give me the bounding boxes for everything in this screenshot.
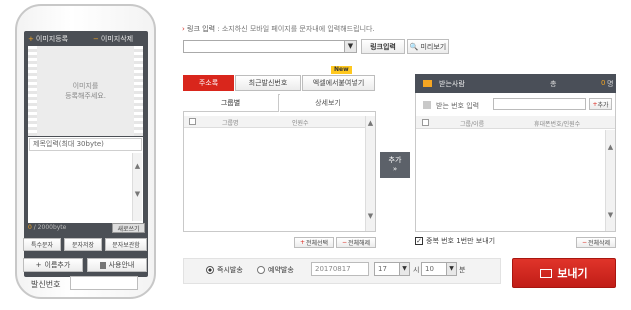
checkmark-icon: ✓ (415, 237, 423, 245)
hour-unit: 시 (413, 266, 420, 274)
address-table-header: 그룹명 인원수 (184, 116, 375, 128)
select-all-button[interactable]: + 전체선택 (294, 237, 334, 248)
image-drop-area[interactable]: 이미지를 등록해주세요. (28, 46, 143, 136)
deselect-all-button[interactable]: − 전체해제 (336, 237, 376, 248)
remove-icon: − (93, 35, 99, 43)
guide-button[interactable]: 사용안내 (87, 258, 147, 272)
delete-all-button[interactable]: − 전체삭제 (576, 237, 616, 248)
film-strip-left (28, 46, 37, 136)
scroll-down-icon[interactable]: ▼ (133, 189, 142, 199)
minute-select[interactable]: 10 ▼ (421, 262, 457, 276)
sender-number-label: 발신번호 (31, 280, 61, 289)
subtab-detail[interactable]: 상세보기 (280, 94, 376, 112)
sender-number-input[interactable] (70, 276, 138, 290)
title-input[interactable]: 제목입력(최대 30byte) (29, 138, 142, 151)
number-input[interactable] (493, 98, 586, 110)
tab-recent-sender[interactable]: 최근발신번호 (235, 75, 301, 91)
message-area: 제목입력(최대 30byte) ▲ ▼ (28, 137, 143, 223)
double-chevron-right-icon: » (392, 165, 398, 173)
plus-icon: + (299, 239, 305, 246)
phone-icon (423, 101, 431, 109)
col-group-name: 그룹/이름 (460, 121, 485, 128)
date-field[interactable]: 20170817 (311, 262, 369, 276)
add-icon: + (28, 35, 34, 43)
col-group-name: 그룹명 (222, 120, 239, 127)
save-message-button[interactable]: 문자저장 (64, 238, 102, 251)
image-register-tab[interactable]: + 이미지등록 (28, 34, 78, 44)
add-name-button[interactable]: + 이름추가 (23, 258, 83, 272)
count-unit: 명 (607, 80, 614, 88)
scroll-down-icon[interactable]: ▼ (366, 211, 375, 221)
message-box-button[interactable]: 문자보관함 (105, 238, 147, 251)
dedupe-option[interactable]: ✓ 중복 번호 1번만 보내기 (415, 236, 495, 246)
scroll-up-icon[interactable]: ▲ (366, 118, 375, 128)
add-number-button[interactable]: + 추가 (589, 98, 612, 110)
special-chars-button[interactable]: 특수문자 (23, 238, 61, 251)
count-label: 총 (550, 80, 557, 88)
book-icon (99, 261, 106, 269)
recipients-title: 받는사람 (439, 80, 465, 88)
envelope-icon (540, 268, 553, 278)
chevron-down-icon[interactable]: ▼ (446, 263, 456, 275)
new-badge: New (331, 66, 352, 74)
image-placeholder: 이미지를 등록해주세요. (37, 46, 134, 136)
reserve-send-radio[interactable]: 예약발송 (257, 265, 294, 275)
chevron-right-icon: › (182, 25, 185, 33)
col-count: 인원수 (292, 120, 309, 127)
chevron-down-icon[interactable]: ▼ (344, 41, 356, 52)
address-panel (183, 94, 376, 232)
col-phone: 휴대폰번호/인원수 (534, 121, 581, 128)
minus-icon: − (341, 239, 347, 246)
search-icon: 🔍 (409, 42, 419, 51)
envelope-icon (423, 80, 432, 87)
scroll-up-icon[interactable]: ▲ (133, 161, 142, 171)
subtab-group[interactable]: 그룹별 (183, 94, 279, 112)
recipients-header: 받는사람 총 0 명 (415, 74, 616, 93)
film-strip-right (134, 46, 143, 136)
message-scrollbar[interactable]: ▲ ▼ (132, 153, 142, 221)
message-textarea[interactable] (29, 153, 132, 221)
rewrite-button[interactable]: 새로쓰기 (112, 223, 145, 233)
recipients-table-header: 그룹/이름 휴대폰번호/인원수 (416, 116, 615, 129)
hour-select[interactable]: 17 ▼ (374, 262, 410, 276)
byte-used: 0 (28, 224, 32, 231)
radio-selected-icon (206, 266, 214, 274)
send-button[interactable]: 보내기 (512, 258, 616, 288)
recipients-scrollbar[interactable]: ▲ ▼ (605, 130, 615, 231)
byte-counter: 0 / 2000byte (28, 224, 67, 231)
add-to-recipients-button[interactable]: 추가 » (380, 152, 410, 178)
link-input-button[interactable]: 링크입력 (361, 39, 405, 54)
radio-icon (257, 266, 265, 274)
link-description: › 링크 입력 : 소지하신 모바일 페이지를 문자내에 입력해드립니다. (182, 25, 375, 33)
recipient-count: 0 (601, 79, 606, 87)
preview-button[interactable]: 🔍 미리보기 (407, 39, 449, 54)
checkbox-all[interactable] (422, 119, 429, 126)
address-scrollbar[interactable]: ▲ ▼ (365, 116, 375, 231)
immediate-send-radio[interactable]: 즉시발송 (206, 265, 243, 275)
tab-address-book[interactable]: 주소록 (183, 75, 234, 91)
checkbox-all[interactable] (189, 118, 196, 125)
plus-icon: + (35, 261, 42, 269)
scroll-down-icon[interactable]: ▼ (606, 210, 615, 220)
minute-unit: 분 (459, 266, 466, 274)
scroll-up-icon[interactable]: ▲ (606, 142, 615, 152)
tab-excel-import[interactable]: 엑셀에서붙여넣기 (302, 75, 375, 91)
image-delete-tab[interactable]: − 이미지삭제 (93, 34, 145, 44)
minus-icon: − (581, 239, 587, 246)
link-select[interactable]: ▼ (183, 40, 357, 53)
chevron-down-icon[interactable]: ▼ (399, 263, 409, 275)
